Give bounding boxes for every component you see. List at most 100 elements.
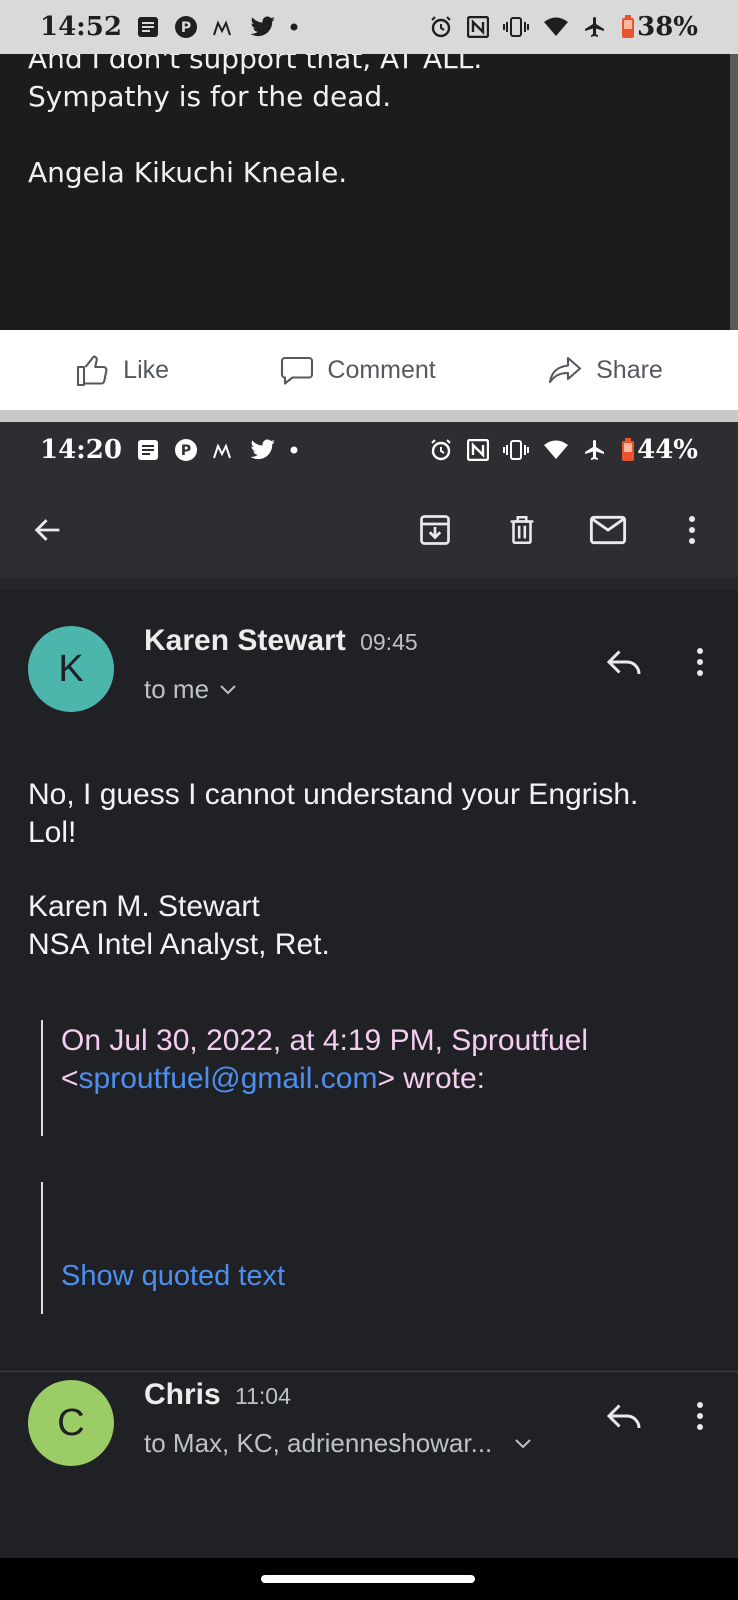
- post-text-line: Sympathy is for the dead.: [28, 80, 392, 113]
- trash-icon: [505, 512, 539, 548]
- recipients-text: to Max, KC, adrienneshowar...: [144, 1428, 493, 1458]
- delete-button[interactable]: [498, 506, 546, 554]
- avatar-letter: K: [58, 647, 84, 690]
- system-navigation-bar: [0, 1558, 738, 1600]
- quote-line: <sproutfuel@gmail.com> wrote:: [61, 1060, 711, 1098]
- mail-icon: [589, 513, 627, 547]
- battery-icon: 38%: [621, 12, 698, 42]
- sender-name: Chris: [144, 1378, 221, 1411]
- facebook-action-bar: Like Comment Share: [0, 330, 738, 410]
- home-gesture-handle[interactable]: [261, 1575, 475, 1583]
- recipients-text: to me: [144, 674, 210, 704]
- message-header[interactable]: K Karen Stewart 09:45 to me: [0, 622, 738, 732]
- moto-icon: [212, 17, 236, 37]
- moto-icon: [212, 440, 236, 460]
- alarm-icon: [429, 438, 453, 462]
- recipients-toggle[interactable]: to me: [144, 674, 237, 705]
- twitter-icon: [250, 439, 276, 461]
- back-arrow-icon: [31, 513, 65, 547]
- dot-icon: [290, 446, 298, 454]
- wifi-icon: [543, 17, 569, 37]
- post-signature: Angela Kikuchi Kneale.: [28, 156, 348, 189]
- status-bar-top: 14:52 P 38%: [0, 0, 738, 54]
- recipients-toggle[interactable]: to Max, KC, adrienneshowar...: [144, 1428, 532, 1459]
- pinterest-icon: P: [174, 15, 198, 39]
- status-right: 38%: [429, 12, 698, 42]
- status-time: 14:52: [40, 12, 122, 42]
- mark-unread-button[interactable]: [584, 506, 632, 554]
- avatar-letter: C: [57, 1401, 85, 1444]
- avatar[interactable]: C: [28, 1380, 114, 1466]
- battery-icon: 44%: [621, 435, 698, 465]
- gmail-toolbar: [0, 478, 738, 590]
- sender-name-row: Karen Stewart 09:45: [144, 624, 418, 658]
- status-left: 14:52 P: [40, 12, 298, 42]
- show-quoted-text-link[interactable]: Show quoted text: [61, 1260, 285, 1293]
- message-time: 11:04: [235, 1383, 291, 1409]
- more-vert-icon: [694, 1400, 706, 1432]
- message-body-line: Lol!: [28, 816, 77, 849]
- share-button[interactable]: Share: [546, 352, 663, 388]
- archive-icon: [417, 512, 453, 548]
- facebook-post: And I don't support that, AT ALL. Sympat…: [0, 54, 738, 330]
- message-more-button[interactable]: [678, 1394, 722, 1438]
- chevron-down-icon: [514, 1438, 532, 1450]
- nfc-icon: [467, 16, 490, 38]
- thumbs-up-icon: [75, 352, 111, 388]
- message-time: 09:45: [360, 629, 418, 655]
- quote-bar: [41, 1182, 43, 1314]
- gmail-screen: 14:20 P 44% K Karen Stewart 09:45 to me …: [0, 422, 738, 1600]
- svg-text:P: P: [181, 20, 191, 36]
- quote-lt: <: [61, 1062, 79, 1095]
- more-vert-icon: [694, 646, 706, 678]
- dot-icon: [290, 23, 298, 31]
- like-label: Like: [123, 355, 170, 384]
- more-options-button[interactable]: [668, 506, 716, 554]
- quote-attribution: On Jul 30, 2022, at 4:19 PM, Sproutfuel …: [61, 1022, 711, 1098]
- twitter-icon: [250, 16, 276, 38]
- wifi-icon: [543, 440, 569, 460]
- svg-text:P: P: [181, 443, 191, 459]
- sender-name-row: Chris 11:04: [144, 1378, 291, 1412]
- share-label: Share: [596, 355, 663, 384]
- screenshot-separator: [0, 410, 738, 422]
- speech-bubble-icon: [279, 352, 315, 388]
- message-icon: [136, 438, 160, 462]
- battery-percent: 44%: [637, 435, 698, 465]
- airplane-icon: [583, 15, 607, 39]
- pinterest-icon: P: [174, 438, 198, 462]
- status-left: 14:20 P: [40, 435, 298, 465]
- vibrate-icon: [503, 16, 530, 38]
- message-header[interactable]: C Chris 11:04 to Max, KC, adrienneshowar…: [0, 1376, 738, 1486]
- status-time: 14:20: [40, 435, 122, 465]
- reply-button[interactable]: [602, 640, 646, 684]
- message-divider: [0, 1371, 738, 1372]
- comment-label: Comment: [327, 355, 436, 384]
- quote-line: On Jul 30, 2022, at 4:19 PM, Sproutfuel: [61, 1024, 588, 1057]
- sender-name: Karen Stewart: [144, 624, 346, 657]
- status-bar-gmail: 14:20 P 44%: [0, 422, 738, 478]
- back-button[interactable]: [24, 506, 72, 554]
- reply-button[interactable]: [602, 1394, 646, 1438]
- quote-email-link[interactable]: sproutfuel@gmail.com: [79, 1062, 378, 1095]
- message-body-line: No, I guess I cannot understand your Eng…: [28, 778, 639, 811]
- quote-suffix: > wrote:: [377, 1062, 485, 1095]
- like-button[interactable]: Like: [75, 352, 169, 388]
- nfc-icon: [467, 439, 490, 461]
- battery-percent: 38%: [637, 12, 698, 42]
- post-text-line: And I don't support that, AT ALL.: [28, 54, 483, 75]
- signature-line: Karen M. Stewart: [28, 890, 260, 923]
- message-icon: [136, 15, 160, 39]
- archive-button[interactable]: [411, 506, 459, 554]
- share-arrow-icon: [546, 352, 584, 388]
- status-right: 44%: [429, 435, 698, 465]
- quote-bar: [41, 1020, 43, 1136]
- comment-button[interactable]: Comment: [279, 352, 436, 388]
- message-more-button[interactable]: [678, 640, 722, 684]
- avatar[interactable]: K: [28, 626, 114, 712]
- chevron-down-icon: [219, 684, 237, 696]
- reply-icon: [606, 1401, 642, 1431]
- signature-line: NSA Intel Analyst, Ret.: [28, 928, 330, 961]
- alarm-icon: [429, 15, 453, 39]
- scrollbar[interactable]: [730, 54, 738, 330]
